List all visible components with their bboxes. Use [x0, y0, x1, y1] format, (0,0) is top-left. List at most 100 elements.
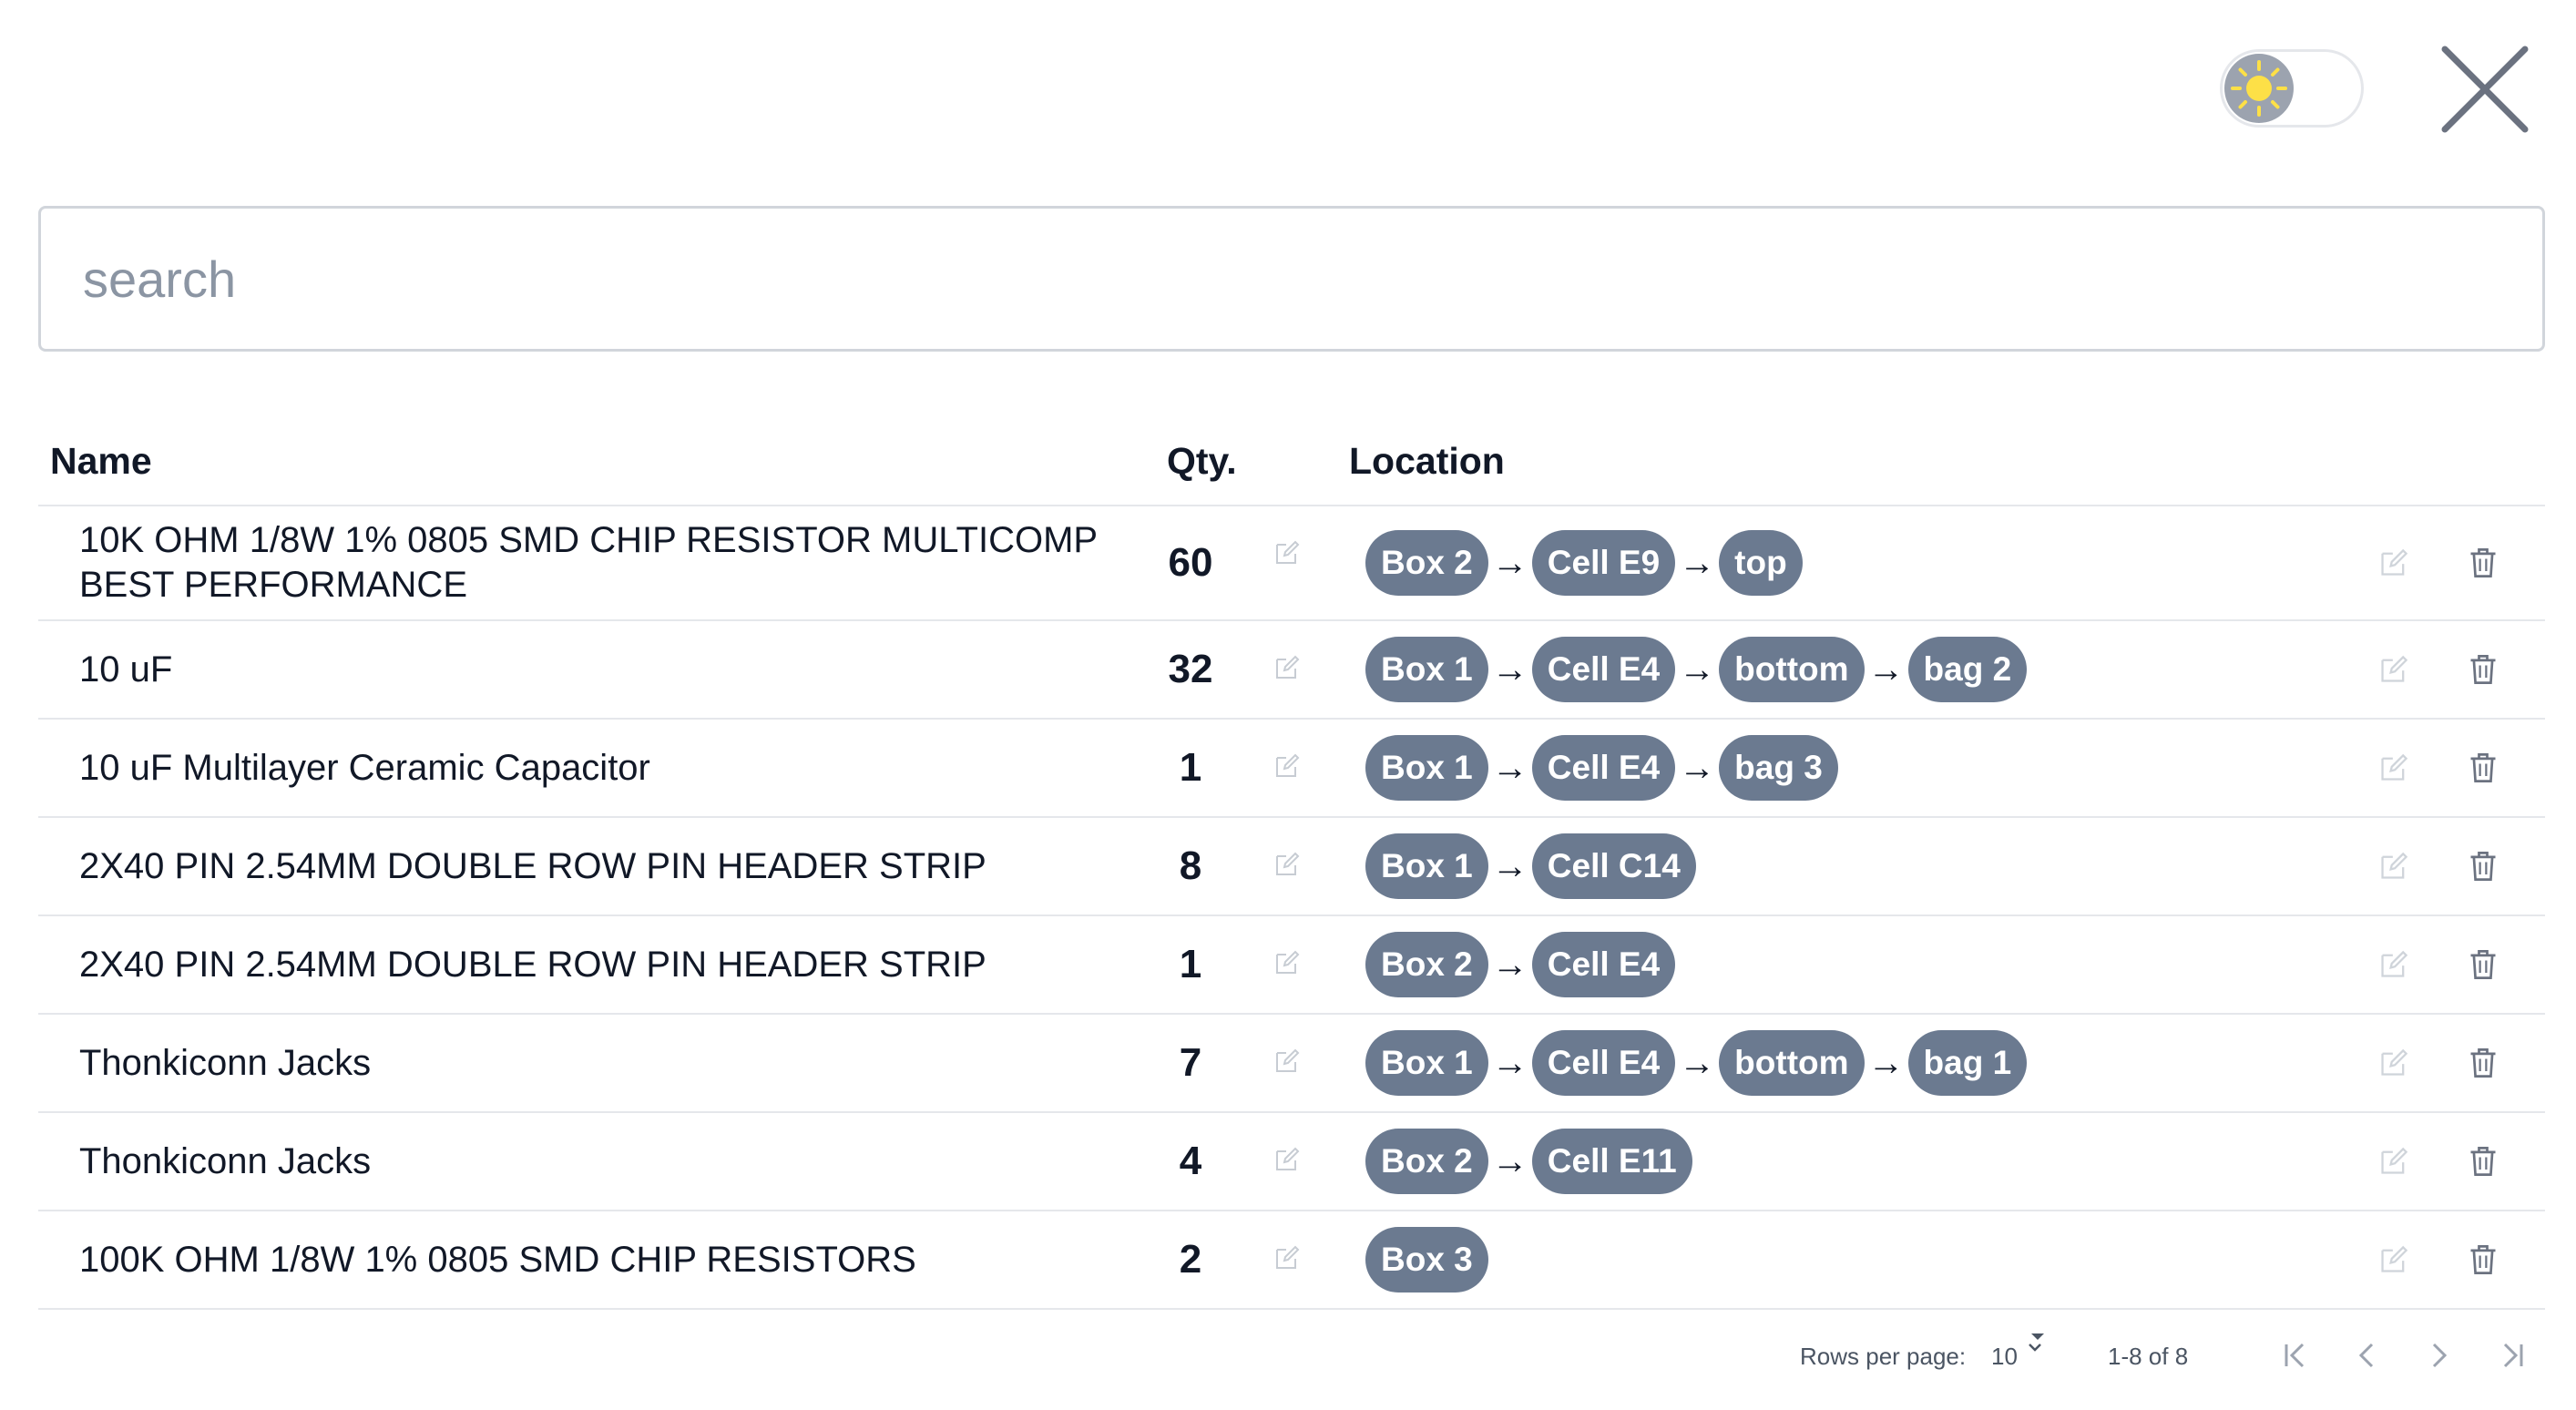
edit-quantity-icon[interactable]	[1273, 539, 1301, 567]
table-row[interactable]: 2X40 PIN 2.54MM DOUBLE ROW PIN HEADER ST…	[38, 916, 2545, 1015]
location-pill[interactable]: Cell C14	[1531, 833, 1696, 899]
edit-quantity-icon[interactable]	[1273, 1244, 1301, 1272]
edit-icon[interactable]	[2378, 547, 2409, 578]
location-pill[interactable]: Box 1	[1365, 637, 1488, 702]
column-header-location[interactable]: Location	[1349, 419, 1505, 505]
part-name: 10 uF	[79, 649, 173, 690]
location-pill[interactable]: Box 2	[1365, 530, 1488, 596]
part-name: Thonkiconn Jacks	[79, 1140, 372, 1181]
location-pill[interactable]: Box 3	[1365, 1227, 1488, 1292]
part-quantity: 32	[1168, 647, 1213, 691]
location-pill[interactable]: top	[1719, 530, 1803, 596]
location-pill[interactable]: bottom	[1719, 637, 1865, 702]
location-arrow: →	[1491, 649, 1528, 690]
edit-quantity-icon[interactable]	[1273, 1146, 1301, 1173]
part-name: 10K OHM 1/8W 1% 0805 SMD CHIP RESISTOR M…	[79, 520, 1098, 605]
location-arrow: →	[1867, 649, 1905, 690]
table-row[interactable]: 100K OHM 1/8W 1% 0805 SMD CHIP RESISTORS…	[38, 1211, 2545, 1310]
location-path: Box 2 → Cell E4	[1365, 916, 1676, 1013]
trash-icon[interactable]	[2468, 1047, 2499, 1079]
location-arrow: →	[1491, 1042, 1528, 1083]
edit-quantity-icon[interactable]	[1273, 851, 1301, 878]
table-row[interactable]: Thonkiconn Jacks 7 Box 1 → Cell E4 → bottom → ba…	[38, 1015, 2545, 1113]
table-row[interactable]: 2X40 PIN 2.54MM DOUBLE ROW PIN HEADER ST…	[38, 818, 2545, 916]
table-header: Name Qty. Location	[38, 419, 2545, 506]
location-pill[interactable]: Box 1	[1365, 735, 1488, 801]
location-arrow: →	[1491, 944, 1528, 985]
pagination: Rows per page: 10 1-8 of 8	[0, 1330, 2576, 1384]
part-name: 2X40 PIN 2.54MM DOUBLE ROW PIN HEADER ST…	[79, 944, 986, 985]
location-pill[interactable]: Box 1	[1365, 1030, 1488, 1096]
table-row[interactable]: Thonkiconn Jacks 4 Box 2 → Cell E11	[38, 1113, 2545, 1211]
edit-icon[interactable]	[2378, 1146, 2409, 1177]
edit-quantity-icon[interactable]	[1273, 654, 1301, 681]
location-pill[interactable]: Box 1	[1365, 833, 1488, 899]
part-quantity: 4	[1179, 1139, 1202, 1183]
trash-icon[interactable]	[2468, 850, 2499, 883]
edit-quantity-icon[interactable]	[1273, 1047, 1301, 1075]
search-input[interactable]	[38, 206, 2545, 352]
location-pill[interactable]: bottom	[1719, 1030, 1865, 1096]
location-arrow: →	[1491, 1140, 1528, 1181]
edit-quantity-icon[interactable]	[1273, 752, 1301, 780]
location-pill[interactable]: Cell E4	[1531, 735, 1676, 801]
table-row[interactable]: 10K OHM 1/8W 1% 0805 SMD CHIP RESISTOR M…	[38, 506, 2545, 621]
column-header-name[interactable]: Name	[50, 419, 152, 505]
location-path: Box 1 → Cell C14	[1365, 818, 1696, 914]
location-path: Box 3	[1365, 1211, 1488, 1308]
location-pill[interactable]: bag 1	[1907, 1030, 2028, 1096]
location-pill[interactable]: Box 2	[1365, 1129, 1488, 1194]
trash-icon[interactable]	[2468, 751, 2499, 784]
edit-icon[interactable]	[2378, 851, 2409, 882]
part-quantity: 7	[1179, 1040, 1202, 1085]
column-header-qty[interactable]: Qty.	[1167, 419, 1237, 505]
edit-quantity-icon[interactable]	[1273, 949, 1301, 976]
first-page-icon[interactable]	[2277, 1337, 2314, 1374]
edit-icon[interactable]	[2378, 654, 2409, 685]
close-icon	[2441, 46, 2529, 133]
part-name: 2X40 PIN 2.54MM DOUBLE ROW PIN HEADER ST…	[79, 845, 986, 886]
part-quantity: 8	[1179, 843, 1202, 888]
edit-icon[interactable]	[2378, 1047, 2409, 1078]
edit-icon[interactable]	[2378, 1244, 2409, 1275]
edit-icon[interactable]	[2378, 949, 2409, 980]
trash-icon[interactable]	[2468, 547, 2499, 579]
location-arrow: →	[1491, 845, 1528, 886]
location-path: Box 1 → Cell E4 → bottom → bag 2	[1365, 621, 2028, 718]
location-arrow: →	[1679, 649, 1716, 690]
rows-per-page-select[interactable]: 10	[1991, 1343, 2018, 1371]
table-row[interactable]: 10 uF 32 Box 1 → Cell E4 → bottom → bag 2	[38, 621, 2545, 720]
theme-toggle-knob	[2224, 54, 2294, 123]
close-button[interactable]	[2439, 44, 2530, 135]
location-arrow: →	[1679, 1042, 1716, 1083]
trash-icon[interactable]	[2468, 948, 2499, 981]
location-pill[interactable]: bag 3	[1719, 735, 1838, 801]
part-name: Thonkiconn Jacks	[79, 1042, 372, 1083]
location-path: Box 2 → Cell E9 → top	[1365, 506, 1803, 619]
location-pill[interactable]: Box 2	[1365, 932, 1488, 997]
theme-toggle[interactable]	[2220, 49, 2364, 128]
location-arrow: →	[1867, 1042, 1905, 1083]
location-pill[interactable]: bag 2	[1907, 637, 2028, 702]
location-pill[interactable]: Cell E4	[1531, 1030, 1676, 1096]
table-row[interactable]: 10 uF Multilayer Ceramic Capacitor 1 Box 1…	[38, 720, 2545, 818]
last-page-icon[interactable]	[2494, 1337, 2530, 1374]
location-arrow: →	[1491, 542, 1528, 583]
trash-icon[interactable]	[2468, 653, 2499, 686]
pagination-range: 1-8 of 8	[2108, 1343, 2189, 1370]
location-pill[interactable]: Cell E4	[1531, 637, 1676, 702]
trash-icon[interactable]	[2468, 1243, 2499, 1276]
chevron-down-icon[interactable]	[2026, 1332, 2048, 1355]
location-pill[interactable]: Cell E4	[1531, 932, 1676, 997]
location-pill[interactable]: Cell E9	[1531, 530, 1676, 596]
location-arrow: →	[1491, 747, 1528, 788]
part-name: 100K OHM 1/8W 1% 0805 SMD CHIP RESISTORS	[79, 1239, 916, 1280]
location-pill[interactable]: Cell E11	[1531, 1129, 1692, 1194]
previous-page-icon[interactable]	[2348, 1337, 2385, 1374]
location-arrow: →	[1679, 542, 1716, 583]
next-page-icon[interactable]	[2421, 1337, 2458, 1374]
part-quantity: 2	[1179, 1237, 1202, 1282]
trash-icon[interactable]	[2468, 1145, 2499, 1178]
edit-icon[interactable]	[2378, 752, 2409, 783]
part-quantity: 60	[1168, 540, 1213, 585]
